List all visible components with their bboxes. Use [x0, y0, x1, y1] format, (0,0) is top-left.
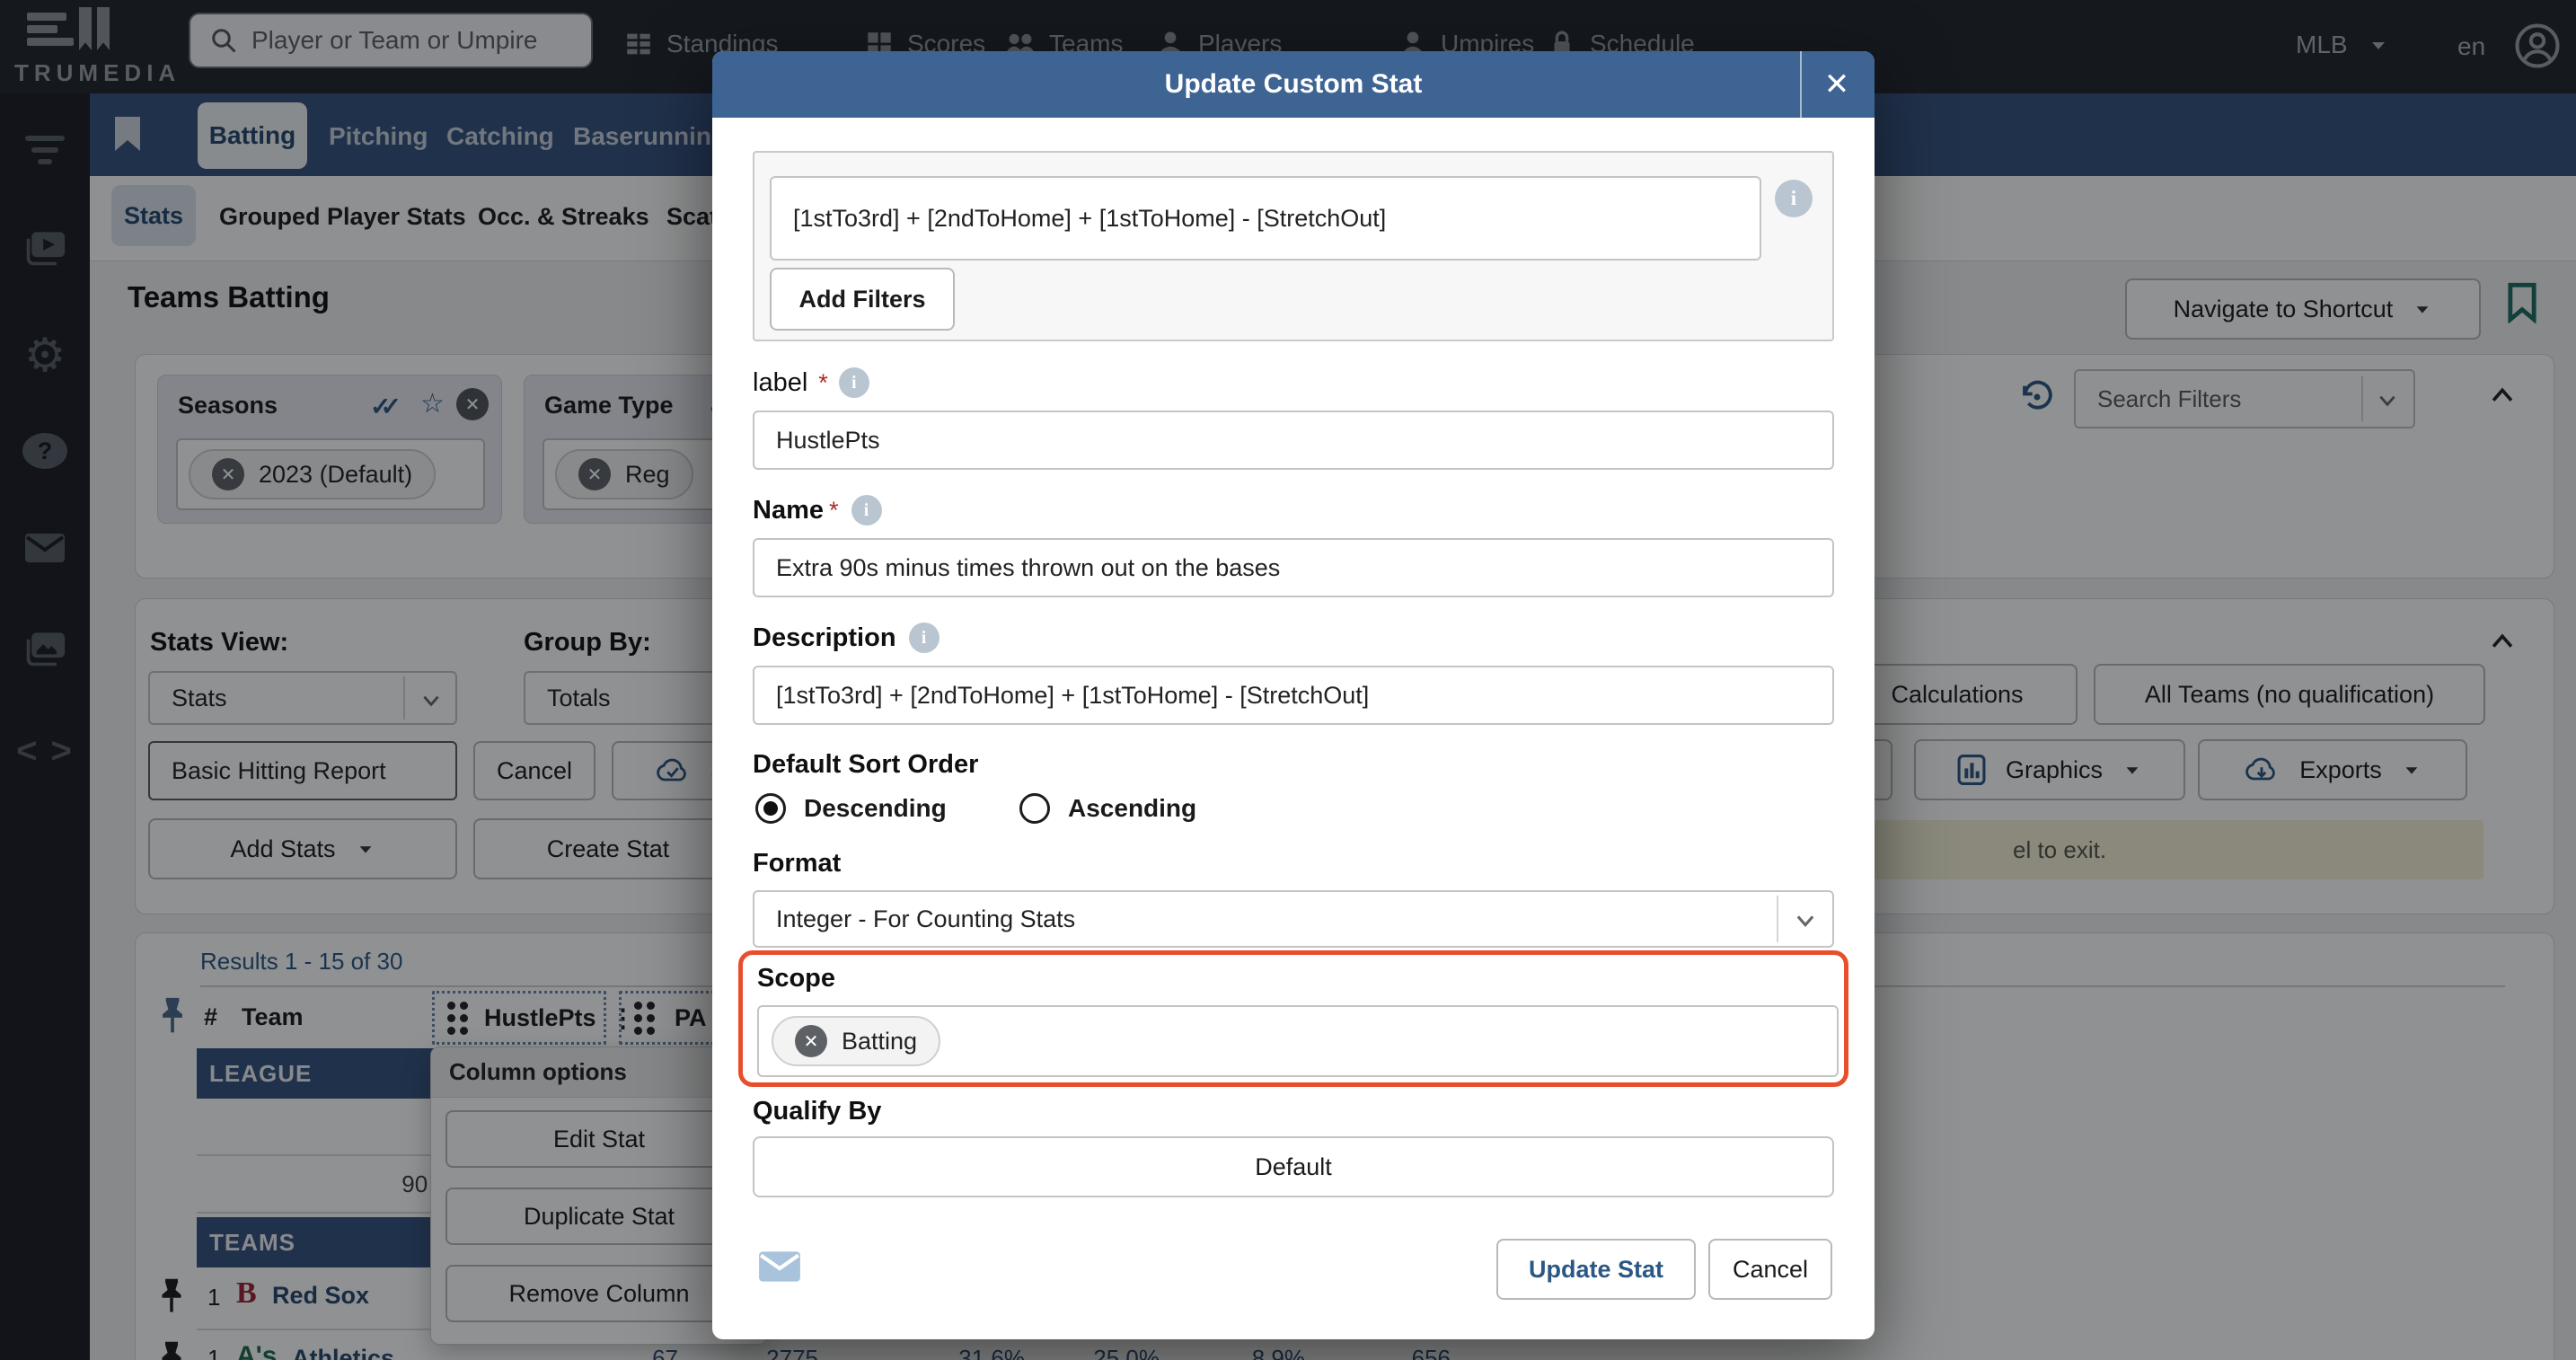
sort-ascending-label: Ascending [1068, 794, 1196, 823]
qualify-by-button[interactable]: Default [753, 1136, 1834, 1197]
remove-chip-icon[interactable]: ✕ [795, 1025, 827, 1057]
sort-descending-label: Descending [804, 794, 947, 823]
scope-chip-label: Batting [842, 1028, 917, 1055]
qualify-by-label: Qualify By [753, 1097, 881, 1126]
add-filters-button[interactable]: Add Filters [770, 268, 955, 331]
description-field-label: Description [753, 623, 896, 653]
scope-box[interactable]: ✕ Batting [757, 1005, 1839, 1077]
sort-ascending-option[interactable]: Ascending [1019, 793, 1196, 824]
radio-selected-icon[interactable] [755, 793, 786, 824]
qualify-by-value: Default [1255, 1153, 1332, 1181]
description-input[interactable]: [1stTo3rd] + [2ndToHome] + [1stToHome] -… [753, 666, 1834, 725]
modal-title: Update Custom Stat [712, 51, 1875, 118]
name-field-row: Name * i [753, 495, 882, 525]
sort-descending-option[interactable]: Descending [755, 793, 947, 824]
label-value: HustlePts [776, 427, 880, 455]
modal-header: Update Custom Stat ✕ [712, 51, 1875, 118]
required-asterisk: * [829, 497, 839, 525]
update-stat-button[interactable]: Update Stat [1496, 1239, 1696, 1300]
label-input[interactable]: HustlePts [753, 411, 1834, 470]
sort-order-label: Default Sort Order [753, 750, 978, 780]
label-field-label: label [753, 368, 807, 398]
name-value: Extra 90s minus times thrown out on the … [776, 554, 1280, 582]
modal-cancel-label: Cancel [1733, 1256, 1808, 1284]
name-field-label: Name [753, 496, 824, 525]
info-icon[interactable]: i [909, 623, 940, 653]
app-root: TRUMEDIA Player or Team or Umpire Standi… [0, 0, 2576, 1360]
header-divider [1800, 51, 1802, 118]
radio-unselected-icon[interactable] [1019, 793, 1050, 824]
name-input[interactable]: Extra 90s minus times thrown out on the … [753, 538, 1834, 597]
modal-cancel-button[interactable]: Cancel [1708, 1239, 1832, 1300]
scope-label: Scope [757, 964, 835, 994]
update-custom-stat-modal: Update Custom Stat ✕ [1stTo3rd] + [2ndTo… [712, 51, 1875, 1339]
formula-value: [1stTo3rd] + [2ndToHome] + [1stToHome] -… [793, 205, 1386, 233]
close-icon[interactable]: ✕ [1813, 64, 1860, 105]
info-icon[interactable]: i [1775, 180, 1813, 217]
label-field-row: label * i [753, 367, 869, 398]
update-stat-label: Update Stat [1529, 1256, 1663, 1284]
format-label: Format [753, 849, 841, 879]
description-field-row: Description i [753, 623, 940, 653]
format-value: Integer - For Counting Stats [776, 905, 1075, 933]
info-icon[interactable]: i [851, 495, 882, 525]
format-select[interactable]: Integer - For Counting Stats [753, 890, 1834, 948]
chevron-down-icon [1793, 908, 1818, 933]
info-icon[interactable]: i [839, 367, 869, 398]
select-divider [1777, 896, 1778, 942]
description-value: [1stTo3rd] + [2ndToHome] + [1stToHome] -… [776, 682, 1369, 710]
feedback-mail-icon[interactable] [757, 1250, 802, 1284]
formula-input[interactable]: [1stTo3rd] + [2ndToHome] + [1stToHome] -… [770, 176, 1761, 261]
formula-section: [1stTo3rd] + [2ndToHome] + [1stToHome] -… [753, 151, 1834, 341]
scope-chip[interactable]: ✕ Batting [772, 1016, 940, 1066]
scope-highlight: Scope ✕ Batting [738, 950, 1848, 1087]
required-asterisk: * [818, 369, 828, 397]
